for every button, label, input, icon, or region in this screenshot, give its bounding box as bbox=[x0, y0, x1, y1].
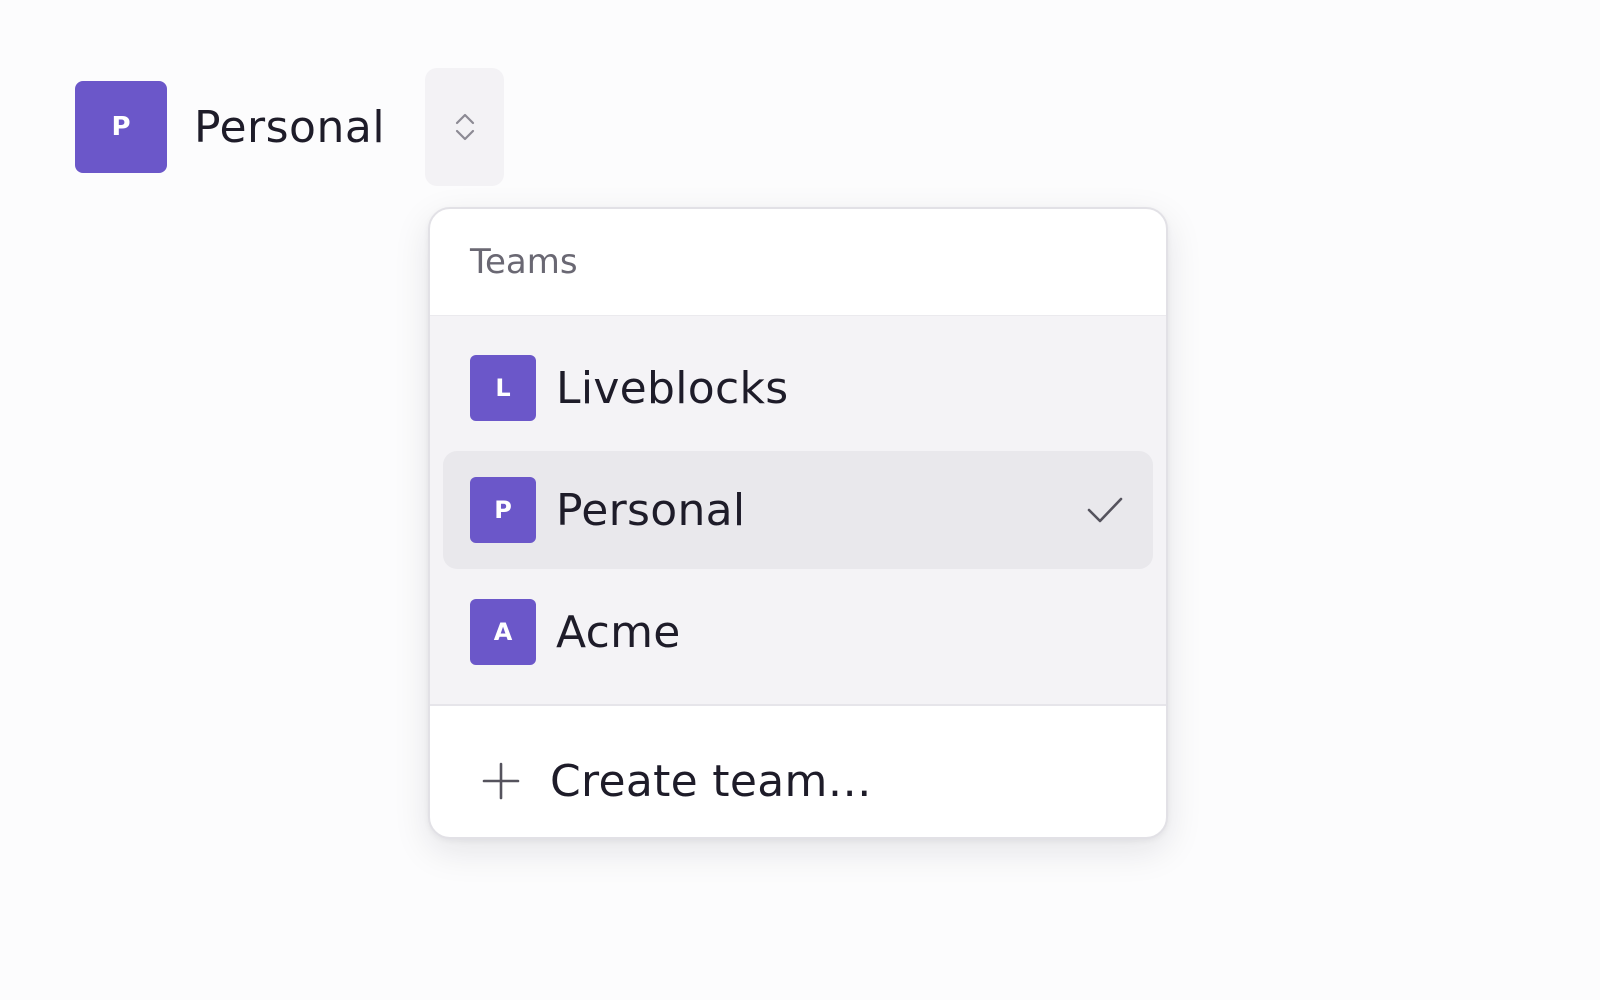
team-item-personal[interactable]: P Personal bbox=[443, 451, 1153, 569]
current-team-name: Personal bbox=[194, 101, 386, 153]
team-item-liveblocks[interactable]: L Liveblocks bbox=[443, 329, 1153, 447]
team-name: Liveblocks bbox=[556, 362, 789, 414]
team-avatar: L bbox=[470, 355, 536, 421]
team-avatar: P bbox=[470, 477, 536, 543]
team-list: L Liveblocks P Personal A Acme bbox=[430, 316, 1166, 706]
team-dropdown-menu: Teams L Liveblocks P Personal A Acme Cre… bbox=[428, 207, 1168, 839]
team-item-acme[interactable]: A Acme bbox=[443, 573, 1153, 691]
team-initial: L bbox=[495, 374, 511, 402]
team-switcher: P Personal bbox=[75, 68, 505, 186]
chevron-up-down-icon bbox=[455, 113, 474, 141]
plus-icon bbox=[482, 762, 520, 800]
team-name: Acme bbox=[556, 606, 681, 658]
check-icon bbox=[1087, 497, 1123, 523]
team-name: Personal bbox=[556, 484, 746, 536]
create-team-label: Create team… bbox=[550, 755, 872, 807]
menu-header: Teams bbox=[430, 209, 1166, 316]
current-team-avatar: P bbox=[75, 81, 167, 173]
current-team-initial: P bbox=[111, 112, 131, 142]
team-initial: P bbox=[494, 496, 512, 524]
team-switcher-toggle-button[interactable] bbox=[425, 68, 505, 186]
team-initial: A bbox=[493, 618, 513, 646]
team-avatar: A bbox=[470, 599, 536, 665]
create-team-button[interactable]: Create team… bbox=[430, 706, 1166, 837]
